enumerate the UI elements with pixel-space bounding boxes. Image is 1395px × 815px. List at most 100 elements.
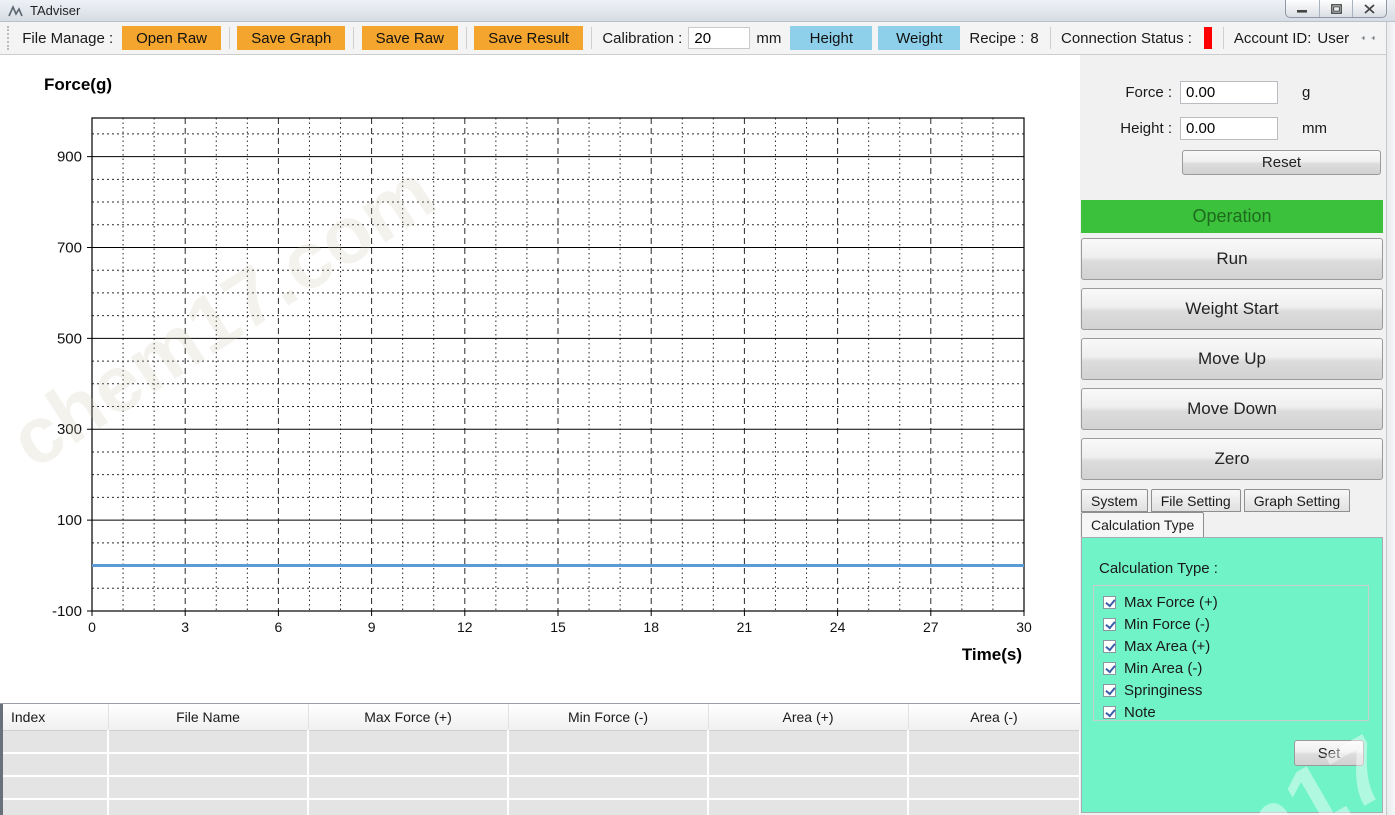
table-cell — [308, 730, 508, 753]
title-bar: TAdviser — [0, 0, 1395, 22]
column-header-file-name[interactable]: File Name — [108, 704, 308, 730]
table-cell — [3, 799, 108, 815]
tab-graph-setting[interactable]: Graph Setting — [1244, 489, 1350, 512]
height-unit-label: mm — [1302, 120, 1327, 137]
svg-text:21: 21 — [737, 619, 753, 635]
svg-text:0: 0 — [88, 619, 96, 635]
calculation-panel: Calculation Type : Max Force (+) Min For… — [1081, 537, 1383, 813]
table-row[interactable] — [3, 776, 1080, 799]
checkbox-icon[interactable] — [1103, 684, 1116, 697]
table-cell — [908, 799, 1080, 815]
file-manage-label: File Manage : — [22, 30, 113, 47]
run-button[interactable]: Run — [1081, 238, 1383, 280]
height-value-field[interactable] — [1180, 117, 1278, 140]
move-up-button[interactable]: Move Up — [1081, 338, 1383, 380]
svg-text:6: 6 — [275, 619, 283, 635]
svg-text:27: 27 — [923, 619, 939, 635]
table-cell — [508, 753, 708, 776]
set-button[interactable]: Set — [1294, 740, 1364, 766]
operation-header: Operation — [1081, 200, 1383, 233]
column-header-area-minus[interactable]: Area (-) — [908, 704, 1080, 730]
save-result-button[interactable]: Save Result — [474, 26, 583, 50]
tab-system[interactable]: System — [1081, 489, 1148, 512]
checkbox-icon[interactable] — [1103, 618, 1116, 631]
table-row[interactable] — [3, 799, 1080, 815]
svg-text:-100: -100 — [52, 603, 82, 620]
main-toolbar: File Manage : Open Raw Save Graph Save R… — [0, 22, 1395, 55]
checkbox-icon[interactable] — [1103, 662, 1116, 675]
account-id-value: User — [1317, 30, 1349, 47]
tab-calculation-type[interactable]: Calculation Type — [1081, 512, 1204, 537]
option-note[interactable]: Note — [1103, 701, 1368, 721]
save-raw-button[interactable]: Save Raw — [362, 26, 458, 50]
table-cell — [3, 753, 108, 776]
table-cell — [308, 776, 508, 799]
column-header-area-plus[interactable]: Area (+) — [708, 704, 908, 730]
svg-text:30: 30 — [1016, 619, 1032, 635]
toolbar-grip[interactable] — [7, 26, 9, 50]
table-cell — [708, 776, 908, 799]
window-title: TAdviser — [30, 3, 80, 18]
svg-text:100: 100 — [57, 512, 82, 529]
open-raw-button[interactable]: Open Raw — [122, 26, 221, 50]
table-cell — [108, 730, 308, 753]
calibration-label: Calibration : — [602, 30, 682, 47]
height-mode-button[interactable]: Height — [790, 26, 872, 50]
option-min-area[interactable]: Min Area (-) — [1103, 657, 1368, 679]
force-readout-row: Force : g — [1080, 80, 1386, 104]
right-panel: Force : g Height : mm Reset Operation Ru… — [1080, 55, 1386, 815]
table-cell — [708, 799, 908, 815]
table-cell — [508, 776, 708, 799]
svg-text:900: 900 — [57, 149, 82, 166]
checkbox-icon[interactable] — [1103, 706, 1116, 719]
zero-button[interactable]: Zero — [1081, 438, 1383, 480]
table-cell — [908, 776, 1080, 799]
calculation-options-list: Max Force (+) Min Force (-) Max Area (+)… — [1093, 585, 1369, 721]
calibration-input[interactable] — [688, 27, 750, 49]
force-value-field[interactable] — [1180, 81, 1278, 104]
column-header-min-force[interactable]: Min Force (-) — [508, 704, 708, 730]
account-id-label: Account ID: — [1234, 30, 1312, 47]
option-max-force[interactable]: Max Force (+) — [1103, 591, 1368, 613]
chart-panel: Force(g) 0369121518212427309007005003001… — [0, 55, 1080, 703]
save-graph-button[interactable]: Save Graph — [237, 26, 345, 50]
force-label: Force : — [1080, 84, 1172, 101]
svg-text:300: 300 — [57, 421, 82, 438]
table-header-row: Index File Name Max Force (+) Min Force … — [3, 704, 1080, 730]
maximize-button[interactable] — [1320, 0, 1354, 17]
window-scrollbar[interactable] — [1386, 22, 1395, 815]
move-down-button[interactable]: Move Down — [1081, 388, 1383, 430]
option-min-force[interactable]: Min Force (-) — [1103, 613, 1368, 635]
column-header-index[interactable]: Index — [3, 704, 108, 730]
login-icon[interactable] — [1361, 30, 1365, 46]
checkbox-icon[interactable] — [1103, 596, 1116, 609]
svg-text:24: 24 — [830, 619, 846, 635]
reset-button[interactable]: Reset — [1182, 150, 1381, 175]
table-cell — [708, 753, 908, 776]
option-max-area[interactable]: Max Area (+) — [1103, 635, 1368, 657]
checkbox-icon[interactable] — [1103, 640, 1116, 653]
connection-status-indicator — [1204, 27, 1212, 49]
calculation-type-title: Calculation Type : — [1099, 560, 1218, 577]
table-cell — [508, 730, 708, 753]
tadviser-window: { "window": { "title": "TAdviser" }, "to… — [0, 0, 1395, 815]
table-row[interactable] — [3, 730, 1080, 753]
table-row[interactable] — [3, 753, 1080, 776]
svg-text:9: 9 — [368, 619, 376, 635]
connection-status-label: Connection Status : — [1061, 30, 1192, 47]
table-cell — [308, 753, 508, 776]
table-cell — [108, 753, 308, 776]
tab-file-setting[interactable]: File Setting — [1151, 489, 1241, 512]
close-button[interactable] — [1353, 0, 1386, 17]
logout-icon[interactable] — [1371, 30, 1375, 46]
results-table-body — [3, 730, 1080, 815]
settings-tab-strip: System File Setting Graph Setting — [1081, 489, 1350, 512]
column-header-max-force[interactable]: Max Force (+) — [308, 704, 508, 730]
option-springiness[interactable]: Springiness — [1103, 679, 1368, 701]
weight-start-button[interactable]: Weight Start — [1081, 288, 1383, 330]
weight-mode-button[interactable]: Weight — [878, 26, 960, 50]
minimize-button[interactable] — [1286, 0, 1320, 17]
table-cell — [508, 799, 708, 815]
table-cell — [108, 799, 308, 815]
svg-text:15: 15 — [550, 619, 566, 635]
